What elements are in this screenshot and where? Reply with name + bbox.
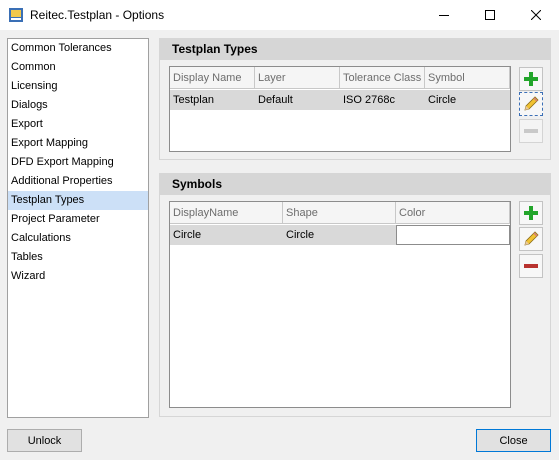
pencil-icon bbox=[524, 231, 539, 246]
cell-tolerance-class[interactable]: ISO 2768c bbox=[340, 90, 425, 110]
minimize-button[interactable] bbox=[421, 0, 467, 30]
symbols-grid-header: DisplayName Shape Color bbox=[170, 202, 510, 224]
table-row[interactable]: Circle Circle bbox=[170, 225, 510, 245]
nav-item-calculations[interactable]: Calculations bbox=[8, 229, 148, 248]
nav-item-dialogs[interactable]: Dialogs bbox=[8, 96, 148, 115]
column-header-layer[interactable]: Layer bbox=[255, 67, 340, 89]
cell-layer[interactable]: Default bbox=[255, 90, 340, 110]
unlock-button[interactable]: Unlock bbox=[7, 429, 82, 452]
maximize-icon bbox=[485, 10, 495, 20]
maximize-button[interactable] bbox=[467, 0, 513, 30]
nav-item-licensing[interactable]: Licensing bbox=[8, 77, 148, 96]
testplan-types-header: Testplan Types bbox=[160, 39, 550, 60]
close-window-button[interactable] bbox=[513, 0, 559, 30]
nav-item-wizard[interactable]: Wizard bbox=[8, 267, 148, 286]
column-header-displayname[interactable]: DisplayName bbox=[170, 202, 283, 224]
column-header-display-name[interactable]: Display Name bbox=[170, 67, 255, 89]
nav-item-export-mapping[interactable]: Export Mapping bbox=[8, 134, 148, 153]
plus-icon bbox=[524, 72, 538, 86]
nav-item-additional-properties[interactable]: Additional Properties bbox=[8, 172, 148, 191]
close-button[interactable]: Close bbox=[476, 429, 551, 452]
add-testplan-type-button[interactable] bbox=[519, 67, 543, 91]
cell-shape[interactable]: Circle bbox=[283, 225, 396, 245]
nav-item-export[interactable]: Export bbox=[8, 115, 148, 134]
column-header-symbol[interactable]: Symbol bbox=[425, 67, 510, 89]
nav-item-common[interactable]: Common bbox=[8, 58, 148, 77]
edit-testplan-type-button[interactable] bbox=[519, 92, 543, 116]
remove-symbol-button[interactable] bbox=[519, 254, 543, 278]
nav-item-testplan-types[interactable]: Testplan Types bbox=[8, 191, 148, 210]
column-header-tolerance-class[interactable]: Tolerance Class bbox=[340, 67, 425, 89]
column-header-shape[interactable]: Shape bbox=[283, 202, 396, 224]
minimize-icon bbox=[439, 15, 449, 16]
nav-item-tables[interactable]: Tables bbox=[8, 248, 148, 267]
remove-testplan-type-button[interactable] bbox=[519, 119, 543, 143]
minus-icon bbox=[524, 264, 538, 268]
nav-item-common-tolerances[interactable]: Common Tolerances bbox=[8, 39, 148, 58]
window-title: Reitec.Testplan - Options bbox=[30, 8, 165, 22]
cell-displayname[interactable]: Circle bbox=[170, 225, 283, 245]
plus-icon bbox=[524, 206, 538, 220]
close-icon bbox=[531, 10, 541, 20]
edit-symbol-button[interactable] bbox=[519, 227, 543, 251]
add-symbol-button[interactable] bbox=[519, 201, 543, 225]
cell-color[interactable] bbox=[396, 225, 510, 245]
cell-symbol[interactable]: Circle bbox=[425, 90, 510, 110]
nav-item-project-parameter[interactable]: Project Parameter bbox=[8, 210, 148, 229]
column-header-color[interactable]: Color bbox=[396, 202, 510, 224]
cell-display-name[interactable]: Testplan bbox=[170, 90, 255, 110]
pencil-icon bbox=[524, 96, 539, 111]
app-icon bbox=[8, 7, 24, 23]
minus-icon bbox=[524, 129, 538, 133]
nav-item-dfd-export-mapping[interactable]: DFD Export Mapping bbox=[8, 153, 148, 172]
testplan-types-grid[interactable]: Display Name Layer Tolerance Class Symbo… bbox=[169, 66, 511, 152]
testplan-types-grid-header: Display Name Layer Tolerance Class Symbo… bbox=[170, 67, 510, 89]
symbols-header: Symbols bbox=[160, 174, 550, 195]
symbols-grid[interactable]: DisplayName Shape Color Circle Circle bbox=[169, 201, 511, 408]
title-bar: Reitec.Testplan - Options bbox=[0, 0, 559, 30]
options-nav-list: Common Tolerances Common Licensing Dialo… bbox=[7, 38, 149, 418]
table-row[interactable]: Testplan Default ISO 2768c Circle bbox=[170, 90, 510, 110]
